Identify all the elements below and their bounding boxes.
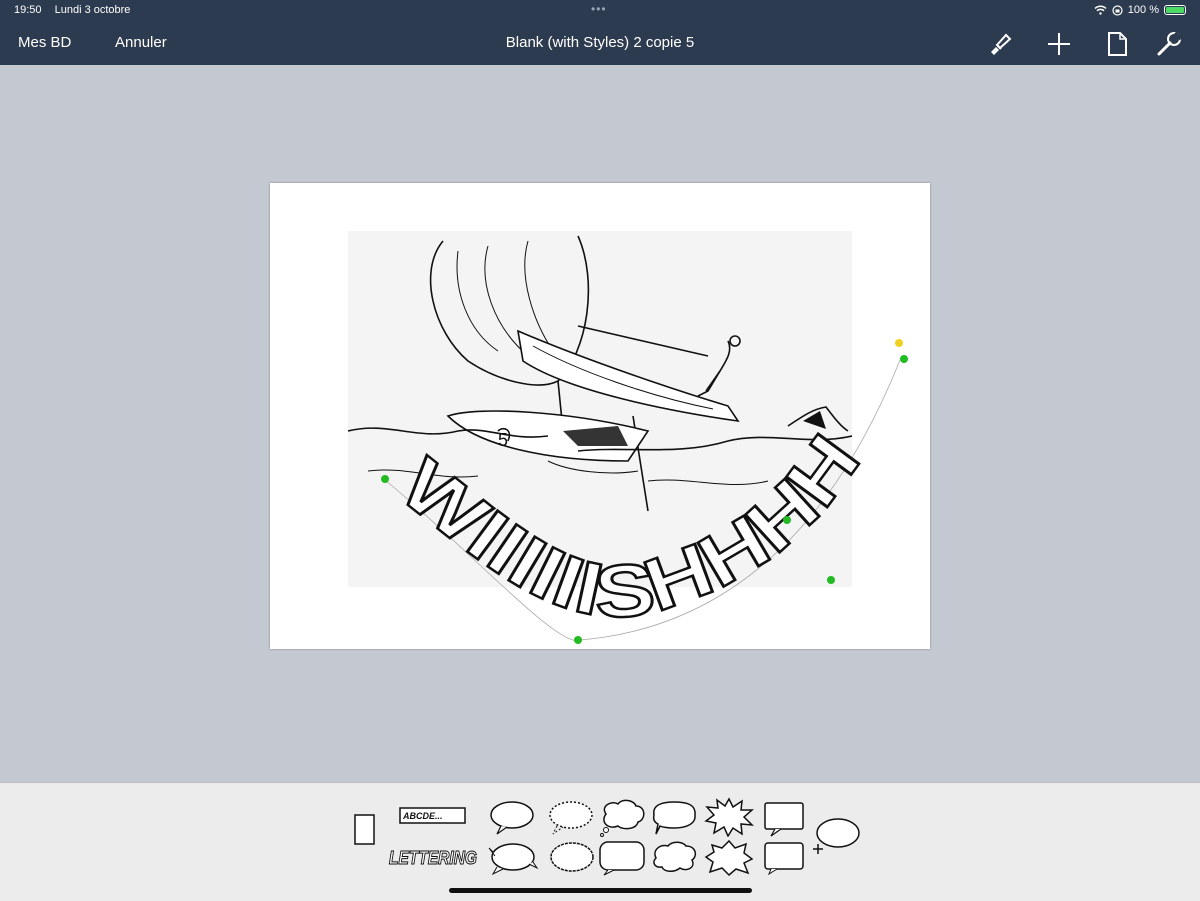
burst-bubble-tool[interactable]: [704, 797, 754, 838]
bezier-handle[interactable]: [574, 636, 582, 644]
caption-tool-label: ABCDE...: [402, 811, 443, 821]
bubble-palette: ABCDE... LETTERING: [0, 782, 1200, 901]
add-bubble-tool[interactable]: [810, 816, 862, 856]
bezier-handle[interactable]: [827, 576, 835, 584]
speech-bubble-tool[interactable]: [489, 800, 537, 836]
bezier-handle[interactable]: [783, 516, 791, 524]
lettering-tool-label: LETTERING: [389, 848, 477, 868]
rounded-rect-bubble-tool[interactable]: [598, 840, 646, 876]
home-indicator[interactable]: [449, 888, 752, 893]
panel-tool[interactable]: [354, 814, 375, 845]
bezier-handle[interactable]: [381, 475, 389, 483]
box-bubble-tool[interactable]: [763, 841, 805, 876]
whisper-bubble-tool[interactable]: [547, 800, 597, 836]
cloud-bubble-tool[interactable]: [650, 840, 698, 876]
square-bubble-tool[interactable]: [763, 801, 805, 837]
shout-bubble-tool[interactable]: [704, 839, 754, 877]
scalloped-bubble-tool[interactable]: [547, 840, 597, 876]
caption-tool[interactable]: ABCDE...: [399, 807, 467, 825]
thought-bubble-tool[interactable]: [598, 798, 648, 838]
bezier-handle[interactable]: [900, 355, 908, 363]
rotation-handle[interactable]: [895, 339, 903, 347]
sfx-text[interactable]: WIIIIIISHHHH: [384, 418, 877, 635]
wavy-bubble-tool[interactable]: [650, 800, 698, 836]
sfx-lettering-layer: WIIIIIISHHHH: [381, 339, 908, 644]
lettering-tool[interactable]: LETTERING: [387, 842, 479, 872]
double-tail-bubble-tool[interactable]: [487, 840, 539, 876]
